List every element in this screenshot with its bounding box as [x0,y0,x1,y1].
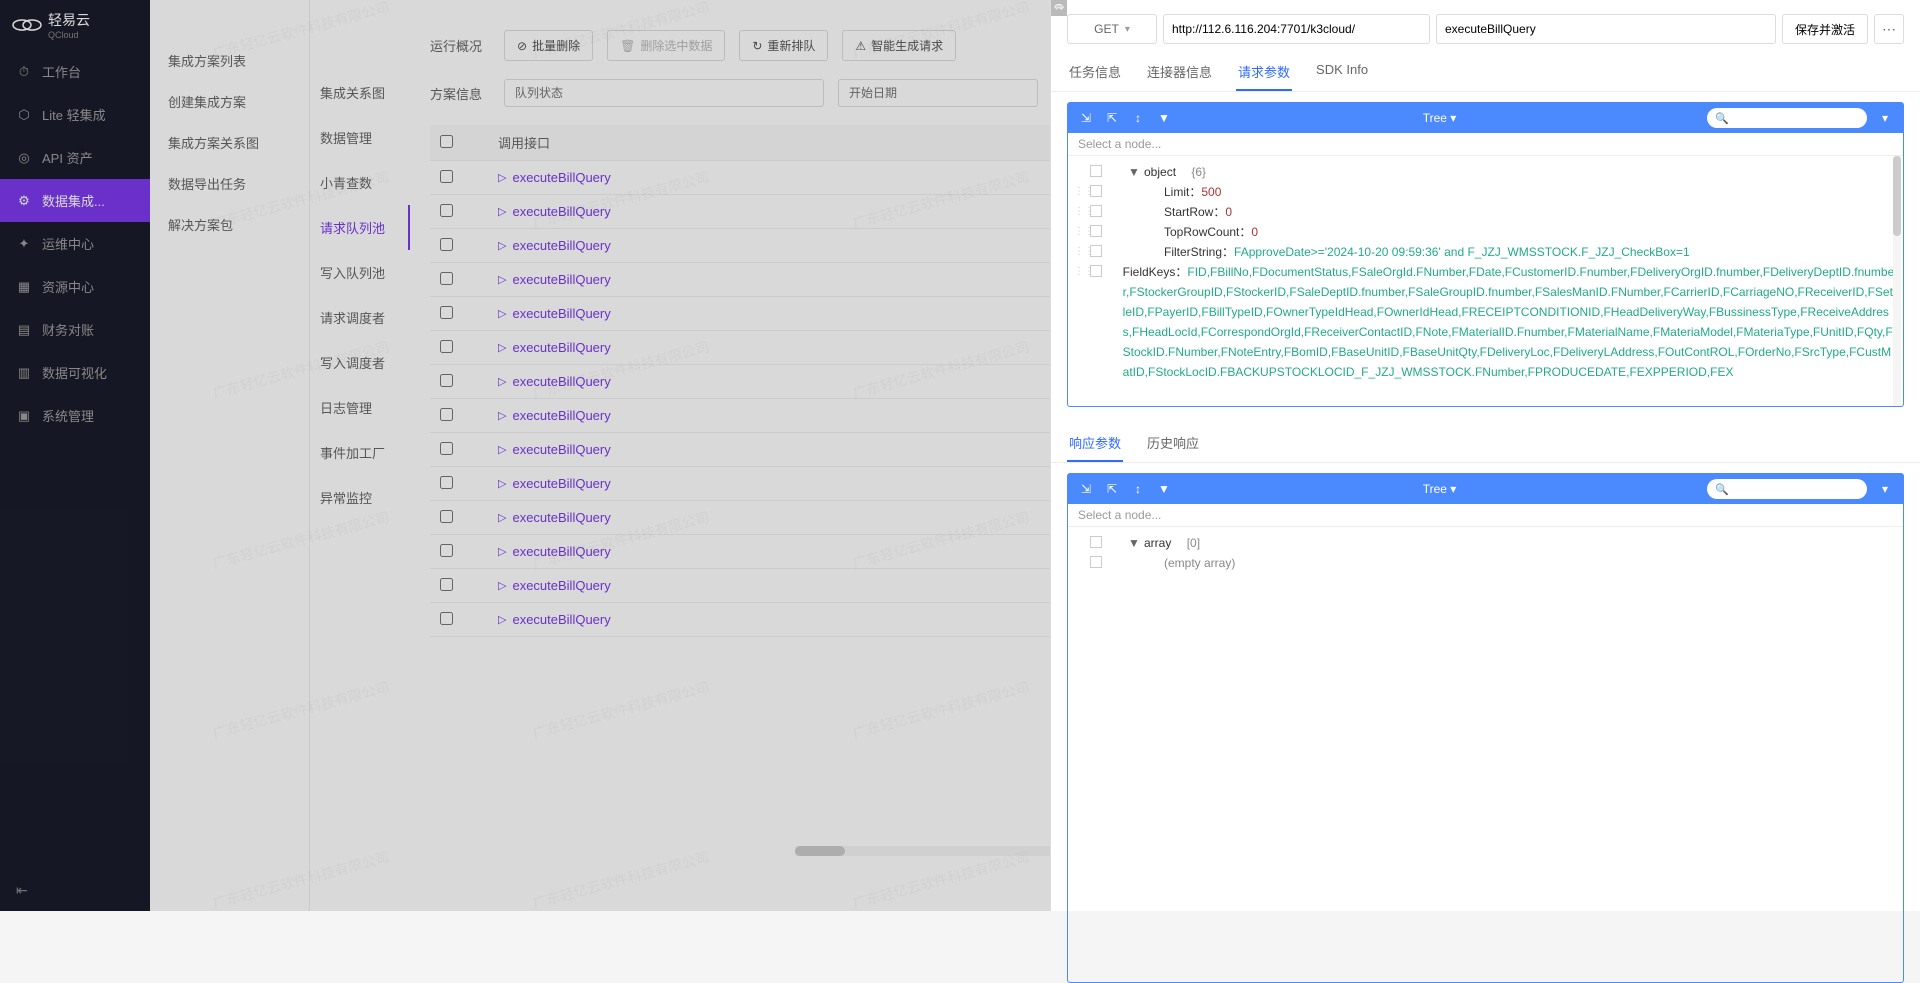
tree-value: FID,FBillNo,FDocumentStatus,FSaleOrgId.F… [1123,265,1897,379]
tree-mode-select[interactable]: Tree ▾ [1423,482,1457,496]
request-tree-toolbar: ⇲ ⇱ ↕ ▼ ↶ ↷ Tree ▾ 🔍 ▾ [1068,103,1903,133]
expand-all-icon[interactable]: ⇲ [1078,110,1094,126]
request-detail-panel: GET ▾ 保存并激活 ⋯ 任务信息 连接器信息 请求参数 SDK Info ⇲… [1050,0,1920,911]
tree-checkbox[interactable] [1090,265,1102,277]
response-tabs: 响应参数 历史响应 [1051,421,1920,463]
tab-sdk-info[interactable]: SDK Info [1314,54,1370,91]
tree-v-scrollbar[interactable] [1893,156,1901,406]
redo-icon[interactable]: ↷ [1051,0,1067,16]
drag-handle-icon[interactable]: ⋮⋮ [1074,222,1084,242]
drag-handle-icon[interactable]: ⋮⋮ [1074,202,1084,222]
tree-key: FieldKeys [1123,265,1176,279]
collapse-all-icon[interactable]: ⇱ [1104,110,1120,126]
select-node-placeholder[interactable]: Select a node... [1068,504,1903,527]
tree-checkbox[interactable] [1090,165,1102,177]
tree-checkbox[interactable] [1090,245,1102,257]
tab-task-info[interactable]: 任务信息 [1067,54,1123,91]
request-tree-box: ⇲ ⇱ ↕ ▼ ↶ ↷ Tree ▾ 🔍 ▾ Select a node... … [1067,102,1904,407]
request-tabs: 任务信息 连接器信息 请求参数 SDK Info [1051,54,1920,92]
response-tree-body: ▼ array [0] (empty array) [1068,527,1903,982]
tree-key: Limit [1164,185,1189,199]
drag-handle-icon[interactable]: ⋮⋮ [1074,262,1084,382]
tree-row[interactable]: ⋮⋮ FieldKeys：FID,FBillNo,FDocumentStatus… [1074,262,1897,382]
tree-search-input[interactable]: 🔍 [1707,479,1867,499]
search-icon: 🔍 [1715,112,1729,125]
request-url-input[interactable] [1163,14,1430,44]
tree-key: TopRowCount [1164,225,1239,239]
sort-icon[interactable]: ↕ [1130,481,1146,497]
tree-value: 500 [1201,185,1221,199]
collapse-all-icon[interactable]: ⇱ [1104,481,1120,497]
select-node-placeholder[interactable]: Select a node... [1068,133,1903,156]
response-tree-box: ⇲ ⇱ ↕ ▼ ↶ ↷ Tree ▾ 🔍 ▾ Select a node... … [1067,473,1904,983]
drag-handle-icon[interactable] [1074,533,1084,553]
response-tree-toolbar: ⇲ ⇱ ↕ ▼ ↶ ↷ Tree ▾ 🔍 ▾ [1068,474,1903,504]
tree-value: FApproveDate>='2024-10-20 09:59:36' and … [1234,245,1690,259]
chevron-down-icon: ▾ [1125,24,1130,35]
tree-checkbox[interactable] [1090,225,1102,237]
http-method-select[interactable]: GET ▾ [1067,14,1157,44]
tree-search-input[interactable]: 🔍 [1707,108,1867,128]
tab-response-params[interactable]: 响应参数 [1067,425,1123,462]
tree-checkbox[interactable] [1090,205,1102,217]
drag-handle-icon[interactable]: ⋮⋮ [1074,242,1084,262]
modal-overlay [0,0,1050,911]
dropdown-icon[interactable]: ▾ [1877,110,1893,126]
sort-icon[interactable]: ↕ [1130,110,1146,126]
tree-checkbox[interactable] [1090,536,1102,548]
filter-icon[interactable]: ▼ [1156,481,1172,497]
drag-handle-icon[interactable] [1074,162,1084,182]
dots-icon: ⋯ [1882,21,1896,38]
search-icon: 🔍 [1715,483,1729,496]
tab-connector-info[interactable]: 连接器信息 [1145,54,1214,91]
tree-row[interactable]: ⋮⋮ Limit：500 [1074,182,1897,202]
save-activate-button[interactable]: 保存并激活 [1782,14,1868,44]
tree-row[interactable]: ⋮⋮ TopRowCount：0 [1074,222,1897,242]
request-name-input[interactable] [1436,14,1776,44]
expand-toggle[interactable]: ▼ [1128,162,1138,182]
tree-value: 0 [1251,225,1258,239]
tree-mode-select[interactable]: Tree ▾ [1423,111,1457,125]
tree-value: 0 [1225,205,1232,219]
tree-row[interactable]: ⋮⋮ StartRow：0 [1074,202,1897,222]
more-actions-button[interactable]: ⋯ [1874,14,1904,44]
drag-handle-icon[interactable]: ⋮⋮ [1074,182,1084,202]
expand-all-icon[interactable]: ⇲ [1078,481,1094,497]
dropdown-icon[interactable]: ▾ [1877,481,1893,497]
tree-checkbox[interactable] [1090,556,1102,568]
tree-key: StartRow [1164,205,1213,219]
tab-request-params[interactable]: 请求参数 [1236,54,1292,91]
expand-toggle[interactable]: ▼ [1128,533,1138,553]
request-tree-body: ▼ object {6} ⋮⋮ Limit：500 ⋮⋮ StartRow：0 … [1068,156,1903,406]
tree-key: FilterString [1164,245,1222,259]
tab-response-history[interactable]: 历史响应 [1145,425,1201,462]
tree-checkbox[interactable] [1090,185,1102,197]
filter-icon[interactable]: ▼ [1156,110,1172,126]
tree-row[interactable]: ⋮⋮ FilterString：FApproveDate>='2024-10-2… [1074,242,1897,262]
